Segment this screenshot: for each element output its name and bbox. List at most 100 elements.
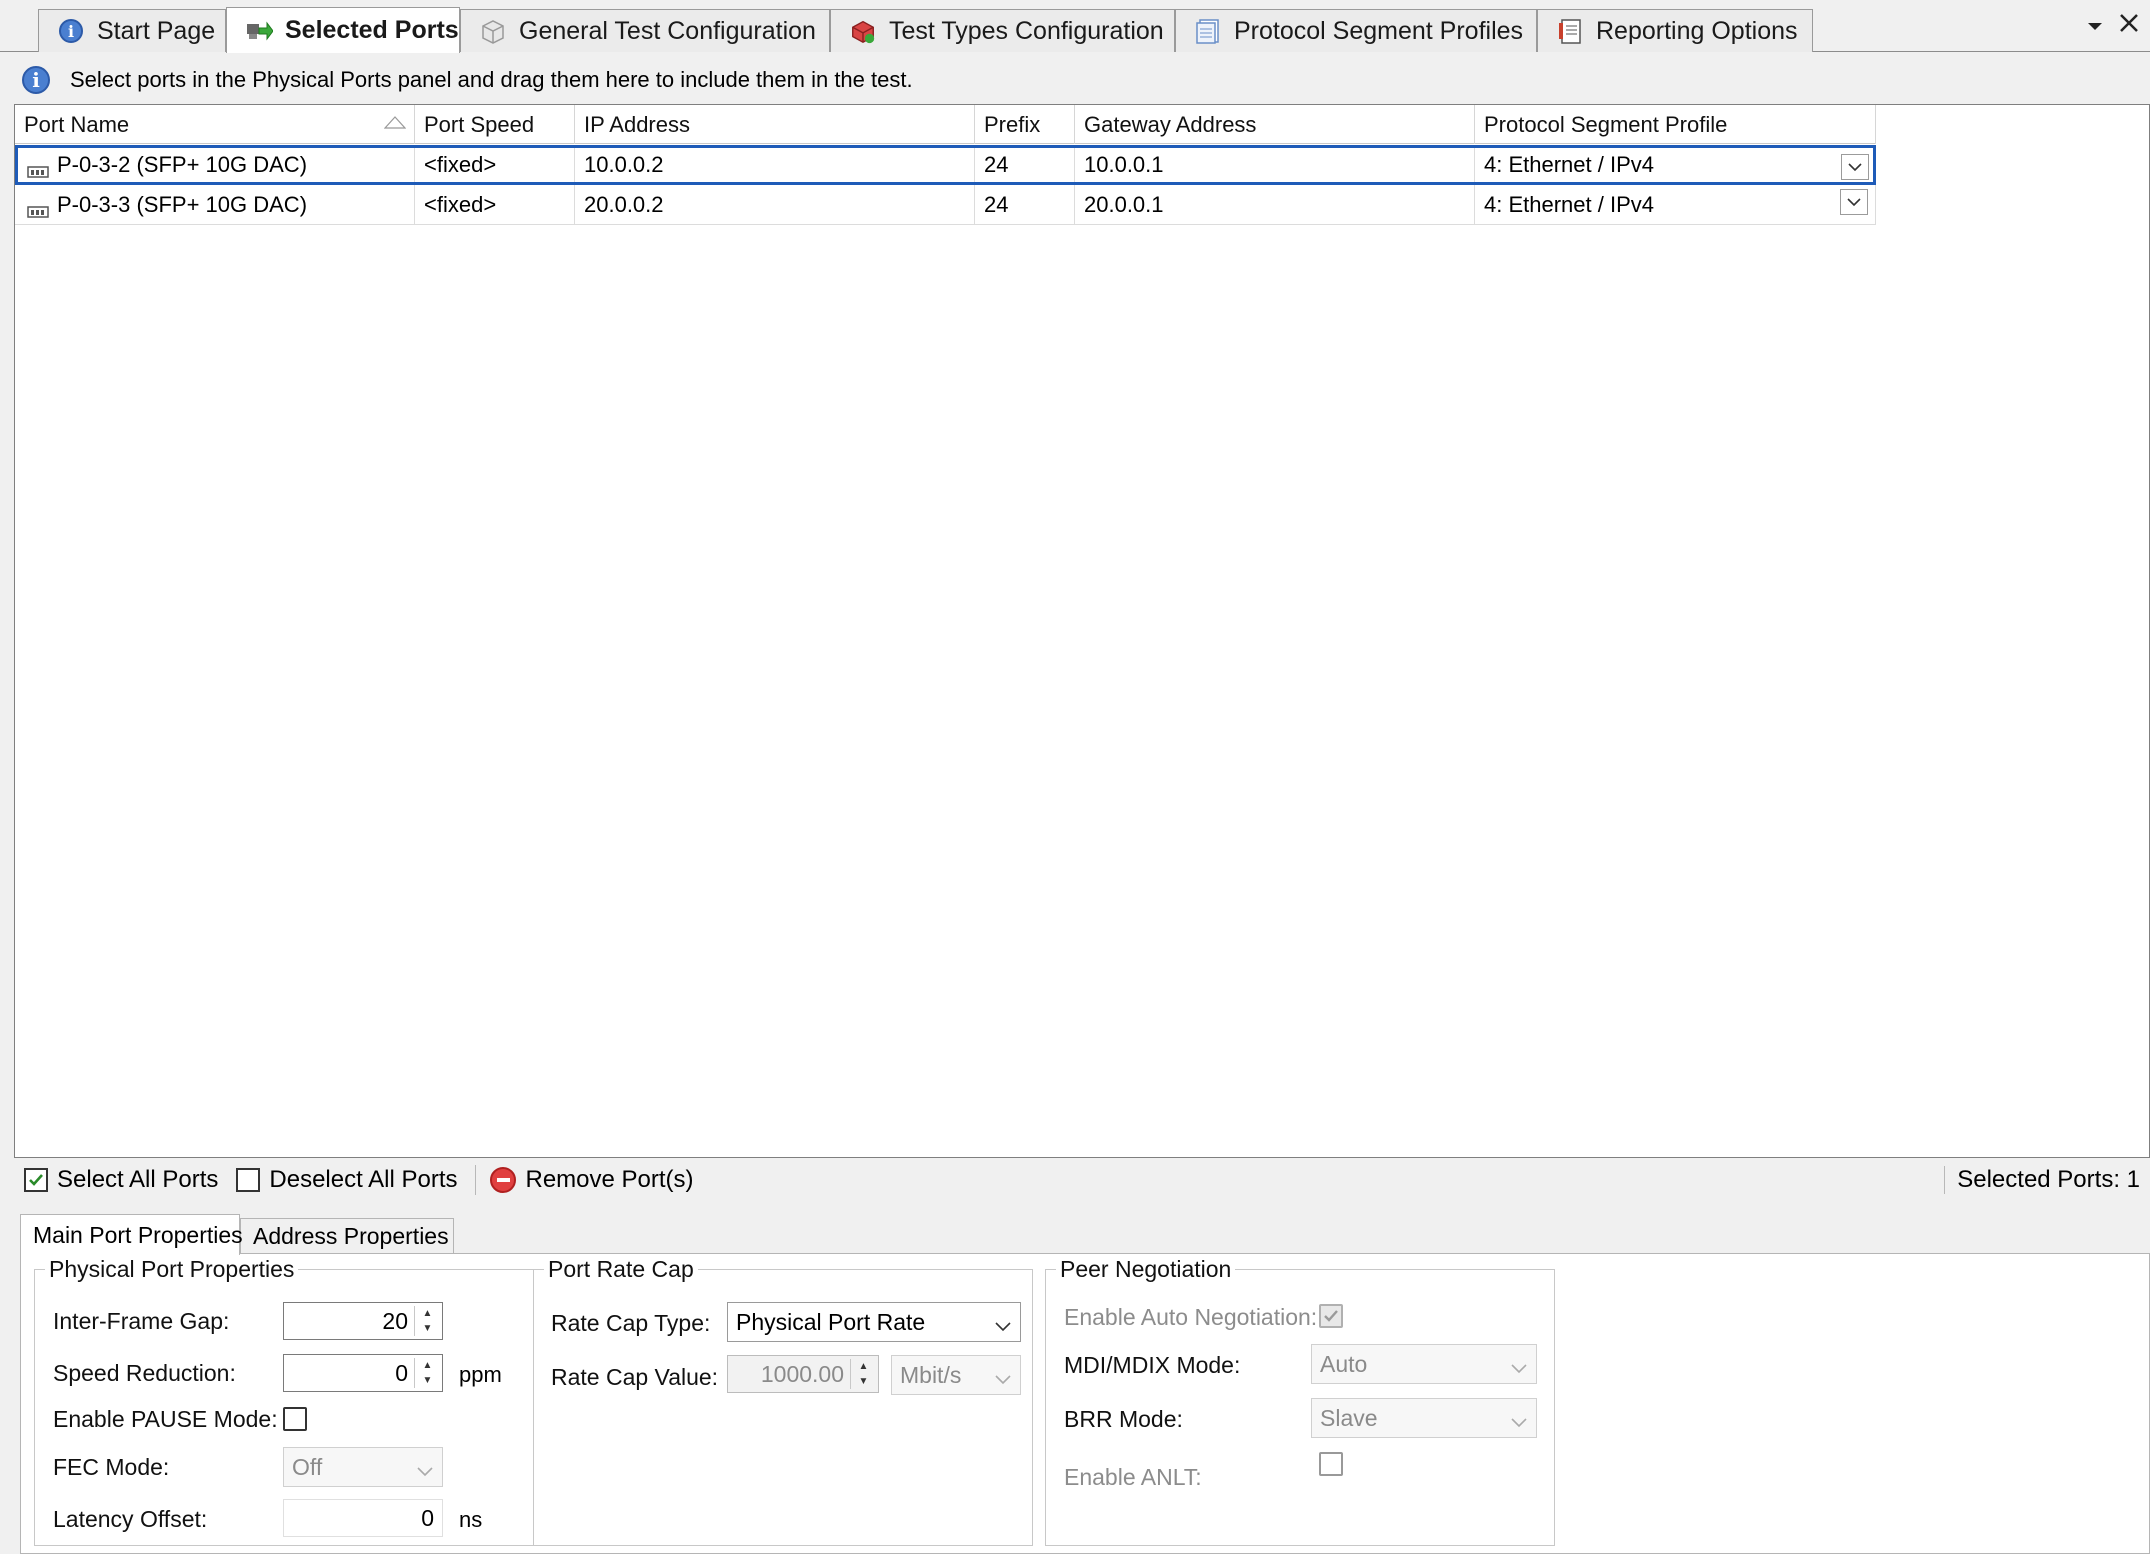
tab-selected-ports[interactable]: Selected Ports: [226, 7, 460, 53]
stepper-value: 1000.00: [760, 1361, 844, 1387]
latency-offset-label: Latency Offset:: [53, 1506, 208, 1532]
report-icon: [1556, 17, 1584, 45]
profile-dropdown-button[interactable]: [1840, 189, 1868, 215]
inter-frame-gap-stepper[interactable]: 20 ▲ ▼: [283, 1302, 443, 1340]
stepper-down-icon[interactable]: ▼: [851, 1374, 876, 1389]
latency-offset-input[interactable]: 0: [283, 1499, 443, 1537]
info-icon: i: [22, 66, 50, 94]
table-row[interactable]: P-0-3-2 (SFP+ 10G DAC) <fixed> 10.0.0.2 …: [15, 145, 1876, 185]
column-header-port-speed[interactable]: Port Speed: [415, 105, 575, 144]
checkbox-empty-icon: [236, 1168, 261, 1192]
column-header-prefix[interactable]: Prefix: [975, 105, 1075, 144]
stepper-arrows[interactable]: ▲ ▼: [414, 1358, 440, 1388]
cell-port-speed[interactable]: <fixed>: [415, 148, 575, 182]
stepper-arrows[interactable]: ▲ ▼: [414, 1306, 440, 1336]
brr-mode-select[interactable]: Slave: [1311, 1398, 1537, 1438]
remove-icon: [490, 1167, 517, 1193]
cell-gateway-address[interactable]: 10.0.0.1: [1075, 148, 1475, 182]
chevron-down-icon: [1847, 198, 1861, 207]
selected-ports-grid[interactable]: Port Name Port Speed IP Address Prefix G…: [14, 104, 2150, 1158]
tab-test-types-configuration[interactable]: Test Types Configuration: [830, 9, 1175, 52]
rate-cap-unit-select[interactable]: Mbit/s: [891, 1355, 1021, 1395]
tab-reporting-options[interactable]: Reporting Options: [1537, 9, 1813, 52]
cell-ip-address[interactable]: 10.0.0.2: [575, 148, 975, 182]
chevron-down-icon: [1848, 163, 1862, 172]
cell-port-name[interactable]: P-0-3-2 (SFP+ 10G DAC): [18, 148, 415, 182]
fec-mode-label: FEC Mode:: [53, 1454, 170, 1480]
select-all-label: Select All Ports: [57, 1166, 219, 1193]
gateway-text: 10.0.0.1: [1084, 152, 1164, 177]
tab-list-dropdown-icon[interactable]: [2085, 12, 2105, 43]
mdi-mdix-mode-label: MDI/MDIX Mode:: [1064, 1352, 1241, 1378]
profile-text: 4: Ethernet / IPv4: [1484, 191, 1654, 217]
stepper-up-icon[interactable]: ▲: [415, 1358, 440, 1373]
rate-cap-type-value: Physical Port Rate: [736, 1308, 926, 1335]
enable-pause-mode-checkbox[interactable]: [283, 1407, 307, 1431]
chevron-down-icon: [994, 1365, 1012, 1392]
stepper-up-icon[interactable]: ▲: [415, 1306, 440, 1321]
cell-prefix[interactable]: 24: [975, 185, 1075, 224]
fec-mode-value: Off: [292, 1453, 323, 1480]
column-header-protocol-segment-profile[interactable]: Protocol Segment Profile: [1475, 105, 1876, 144]
cell-gateway-address[interactable]: 20.0.0.1: [1075, 185, 1475, 224]
tab-label: General Test Configuration: [519, 16, 816, 45]
tab-start-page[interactable]: i Start Page: [38, 9, 226, 52]
column-header-port-name[interactable]: Port Name: [15, 105, 415, 144]
cell-protocol-segment-profile[interactable]: 4: Ethernet / IPv4: [1475, 185, 1876, 224]
tab-label: Start Page: [97, 16, 216, 45]
column-header-ip-address[interactable]: IP Address: [575, 105, 975, 144]
fec-mode-select[interactable]: Off: [283, 1447, 443, 1487]
ip-address-text: 10.0.0.2: [584, 152, 664, 177]
profiles-icon: [1194, 17, 1222, 45]
rate-cap-type-select[interactable]: Physical Port Rate: [727, 1302, 1021, 1342]
test-types-icon: [849, 17, 877, 45]
prefix-text: 24: [984, 152, 1009, 177]
deselect-all-ports-button[interactable]: Deselect All Ports: [236, 1166, 457, 1194]
cell-protocol-segment-profile[interactable]: 4: Ethernet / IPv4: [1475, 148, 1873, 182]
enable-auto-negotiation-checkbox[interactable]: [1319, 1304, 1343, 1328]
stepper-down-icon[interactable]: ▼: [415, 1321, 440, 1336]
stepper-up-icon[interactable]: ▲: [851, 1359, 876, 1374]
mdi-mdix-mode-select[interactable]: Auto: [1311, 1344, 1537, 1384]
checkbox-checked-icon: [24, 1168, 48, 1192]
info-text: Select ports in the Physical Ports panel…: [70, 67, 913, 92]
chevron-down-icon: [994, 1312, 1012, 1339]
remove-label: Remove Port(s): [525, 1166, 694, 1193]
enable-anlt-checkbox[interactable]: [1319, 1452, 1343, 1476]
sort-ascending-icon: [383, 115, 407, 134]
remove-ports-button[interactable]: Remove Port(s): [490, 1166, 694, 1194]
speed-reduction-label: Speed Reduction:: [53, 1360, 236, 1386]
close-icon[interactable]: [2118, 10, 2140, 41]
tab-main-port-properties[interactable]: Main Port Properties: [20, 1214, 243, 1255]
rate-cap-value-stepper[interactable]: 1000.00 ▲ ▼: [727, 1355, 879, 1393]
column-header-label: Port Speed: [424, 111, 535, 137]
brr-mode-value: Slave: [1320, 1404, 1378, 1431]
stepper-arrows[interactable]: ▲ ▼: [850, 1359, 876, 1389]
select-all-ports-button[interactable]: Select All Ports: [24, 1166, 218, 1194]
rate-cap-value-label: Rate Cap Value:: [551, 1364, 719, 1390]
tab-general-test-configuration[interactable]: General Test Configuration: [460, 9, 830, 52]
stepper-value: 20: [382, 1308, 408, 1334]
tab-label: Test Types Configuration: [889, 16, 1164, 45]
port-speed-text: <fixed>: [424, 191, 497, 217]
tab-label: Reporting Options: [1596, 16, 1798, 45]
cell-ip-address[interactable]: 20.0.0.2: [575, 185, 975, 224]
chevron-down-icon: [1510, 1408, 1528, 1435]
column-header-gateway-address[interactable]: Gateway Address: [1075, 105, 1475, 144]
stepper-value: 0: [395, 1360, 408, 1386]
port-name-text: P-0-3-3 (SFP+ 10G DAC): [57, 191, 308, 217]
group-legend: Port Rate Cap: [548, 1256, 694, 1282]
mdi-mdix-mode-value: Auto: [1320, 1350, 1368, 1377]
table-row[interactable]: P-0-3-3 (SFP+ 10G DAC) <fixed> 20.0.0.2 …: [15, 185, 1876, 225]
cell-port-name[interactable]: P-0-3-3 (SFP+ 10G DAC): [15, 185, 415, 224]
stepper-down-icon[interactable]: ▼: [415, 1373, 440, 1388]
toolbar-separator: [475, 1165, 477, 1195]
checkmark-icon: [1324, 1310, 1338, 1322]
tab-protocol-segment-profiles[interactable]: Protocol Segment Profiles: [1175, 9, 1537, 52]
tab-address-properties[interactable]: Address Properties: [240, 1218, 454, 1254]
cell-port-speed[interactable]: <fixed>: [415, 185, 575, 224]
profile-dropdown-button[interactable]: [1841, 154, 1869, 180]
speed-reduction-stepper[interactable]: 0 ▲ ▼: [283, 1354, 443, 1392]
prefix-text: 24: [984, 191, 1009, 217]
cell-prefix[interactable]: 24: [975, 148, 1075, 182]
